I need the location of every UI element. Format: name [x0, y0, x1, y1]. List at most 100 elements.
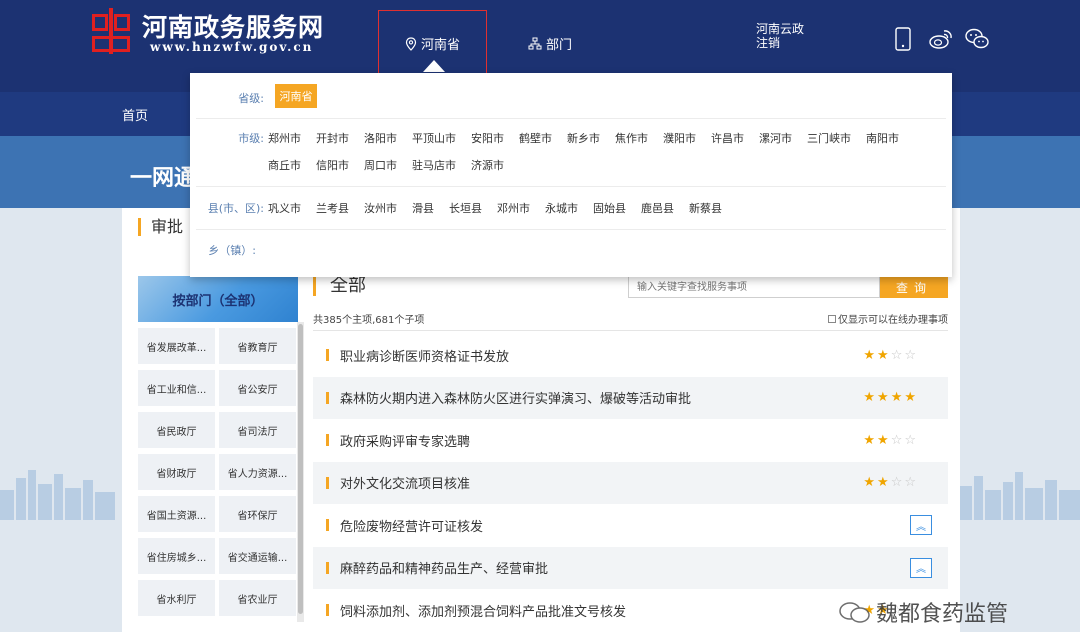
- department-item[interactable]: 省司法厅: [219, 412, 296, 448]
- department-item[interactable]: 省水利厅: [138, 580, 215, 616]
- department-menu-label: 部门: [546, 38, 573, 53]
- county-option[interactable]: 鹿邑县: [641, 195, 674, 222]
- logout-link[interactable]: 注销: [756, 36, 804, 50]
- city-option[interactable]: 郑州市: [268, 125, 301, 152]
- city-option[interactable]: 驻马店市: [412, 152, 456, 179]
- list-item-title[interactable]: 森林防火期内进入森林防火区进行实弹演习、爆破等活动审批: [340, 388, 691, 407]
- department-item[interactable]: 省住房城乡...: [138, 538, 215, 574]
- rating-stars: ★★☆☆: [863, 475, 918, 490]
- department-item[interactable]: 省工业和信...: [138, 370, 215, 406]
- online-only-filter[interactable]: 仅显示可以在线办理事项: [828, 311, 948, 326]
- county-option[interactable]: 兰考县: [316, 195, 349, 222]
- department-item[interactable]: 省交通运输...: [219, 538, 296, 574]
- star-empty-icon: ☆: [904, 347, 918, 363]
- county-options: 巩义市 兰考县 汝州市 滑县 长垣县 邓州市 永城市 固始县 鹿邑县 新蔡县: [268, 195, 938, 222]
- star-filled-icon: ★: [877, 475, 891, 491]
- list-item-title[interactable]: 麻醉药品和精神药品生产、经营审批: [340, 558, 548, 577]
- department-scrollbar-thumb[interactable]: [298, 324, 303, 614]
- city-option[interactable]: 洛阳市: [364, 125, 397, 152]
- city-option[interactable]: 南阳市: [866, 125, 899, 152]
- town-row: 乡（镇）:: [190, 237, 952, 264]
- nav-home[interactable]: 首页: [122, 105, 148, 124]
- city-option[interactable]: 商丘市: [268, 152, 301, 179]
- county-option[interactable]: 新蔡县: [689, 195, 722, 222]
- list-item-marker: [326, 561, 329, 574]
- dropdown-caret: [423, 60, 445, 72]
- department-menu[interactable]: 部门: [528, 34, 572, 53]
- department-item[interactable]: 省财政厅: [138, 454, 215, 490]
- wechat-icon[interactable]: [964, 26, 990, 52]
- list-item-title[interactable]: 对外文化交流项目核准: [340, 473, 470, 492]
- service-search-input[interactable]: [628, 276, 880, 298]
- cloud-link[interactable]: 河南云政: [756, 22, 804, 36]
- city-option[interactable]: 濮阳市: [663, 125, 696, 152]
- city-option[interactable]: 新乡市: [567, 125, 600, 152]
- department-item[interactable]: 省民政厅: [138, 412, 215, 448]
- province-label: 省级:: [238, 92, 264, 105]
- city-option[interactable]: 焦作市: [615, 125, 648, 152]
- city-option[interactable]: 信阳市: [316, 152, 349, 179]
- list-item[interactable]: 麻醉药品和精神药品生产、经营审批 ︽: [313, 546, 948, 589]
- list-item[interactable]: 森林防火期内进入森林防火区进行实弹演习、爆破等活动审批 ★★★★: [313, 376, 948, 419]
- expand-icon[interactable]: ︽: [910, 557, 932, 578]
- site-title[interactable]: 河南政务服务网: [142, 8, 324, 44]
- city-option[interactable]: 周口市: [364, 152, 397, 179]
- weibo-icon[interactable]: [928, 26, 954, 52]
- county-option[interactable]: 滑县: [412, 195, 434, 222]
- county-option[interactable]: 固始县: [593, 195, 626, 222]
- department-item[interactable]: 省教育厅: [219, 328, 296, 364]
- list-item-marker: [326, 391, 329, 404]
- dropdown-divider: [196, 186, 946, 187]
- county-option[interactable]: 永城市: [545, 195, 578, 222]
- list-item[interactable]: 职业病诊断医师资格证书发放 ★★☆☆: [313, 334, 948, 377]
- county-option[interactable]: 汝州市: [364, 195, 397, 222]
- list-item-title[interactable]: 饲料添加剂、添加剂预混合饲料产品批准文号核发: [340, 601, 626, 620]
- department-item[interactable]: 省发展改革...: [138, 328, 215, 364]
- list-divider: [313, 330, 948, 331]
- county-option[interactable]: 邓州市: [497, 195, 530, 222]
- list-item-title[interactable]: 职业病诊断医师资格证书发放: [340, 346, 509, 365]
- list-item-title[interactable]: 危险废物经营许可证核发: [340, 516, 483, 535]
- department-filter-header[interactable]: 按部门（全部）: [138, 276, 298, 322]
- county-option[interactable]: 长垣县: [449, 195, 482, 222]
- department-item[interactable]: 省国土资源...: [138, 496, 215, 532]
- city-option[interactable]: 许昌市: [711, 125, 744, 152]
- list-item-title[interactable]: 政府采购评审专家选聘: [340, 431, 470, 450]
- department-item[interactable]: 省农业厅: [219, 580, 296, 616]
- county-option[interactable]: 巩义市: [268, 195, 301, 222]
- department-item[interactable]: 省环保厅: [219, 496, 296, 532]
- list-item-marker: [326, 434, 329, 447]
- city-option[interactable]: 漯河市: [759, 125, 792, 152]
- star-filled-icon: ★: [904, 390, 918, 406]
- mobile-icon[interactable]: [890, 26, 916, 52]
- list-item[interactable]: 危险废物经营许可证核发 ︽: [313, 504, 948, 547]
- department-item[interactable]: 省人力资源...: [219, 454, 296, 490]
- city-option[interactable]: 开封市: [316, 125, 349, 152]
- city-option[interactable]: 济源市: [471, 152, 504, 179]
- county-row: 县(市、区): 巩义市 兰考县 汝州市 滑县 长垣县 邓州市 永城市 固始县 鹿邑县 新蔡县: [190, 195, 952, 222]
- dropdown-divider: [196, 118, 946, 119]
- city-label: 市级:: [238, 132, 264, 145]
- section-title: 审批: [138, 218, 183, 236]
- county-label: 县(市、区):: [207, 202, 264, 215]
- online-only-checkbox[interactable]: [828, 314, 836, 323]
- province-option[interactable]: 河南省: [275, 84, 317, 108]
- department-item[interactable]: 省公安厅: [219, 370, 296, 406]
- star-filled-icon: ★: [863, 475, 878, 491]
- region-selector-label: 河南省: [420, 38, 460, 53]
- user-area: 河南云政 注销: [756, 22, 804, 50]
- star-filled-icon: ★: [877, 432, 891, 448]
- list-item[interactable]: 对外文化交流项目核准 ★★☆☆: [313, 461, 948, 504]
- logo-icon: [92, 8, 130, 54]
- expand-icon[interactable]: ︽: [910, 515, 932, 536]
- city-option[interactable]: 三门峡市: [807, 125, 851, 152]
- search-button[interactable]: 查询: [880, 276, 948, 298]
- city-option[interactable]: 安阳市: [471, 125, 504, 152]
- city-option[interactable]: 鹤壁市: [519, 125, 552, 152]
- star-empty-icon: ☆: [890, 347, 905, 363]
- list-item-marker: [326, 349, 329, 362]
- city-option[interactable]: 平顶山市: [412, 125, 456, 152]
- city-row: 市级: 郑州市 开封市 洛阳市 平顶山市 安阳市 鹤壁市 新乡市 焦作市 濮阳市 许昌市 漯河市 三门…: [190, 125, 952, 179]
- city-options: 郑州市 开封市 洛阳市 平顶山市 安阳市 鹤壁市 新乡市 焦作市 濮阳市 许昌市 漯河市 三门峡市 南阳…: [268, 125, 938, 179]
- list-item[interactable]: 政府采购评审专家选聘 ★★☆☆: [313, 419, 948, 462]
